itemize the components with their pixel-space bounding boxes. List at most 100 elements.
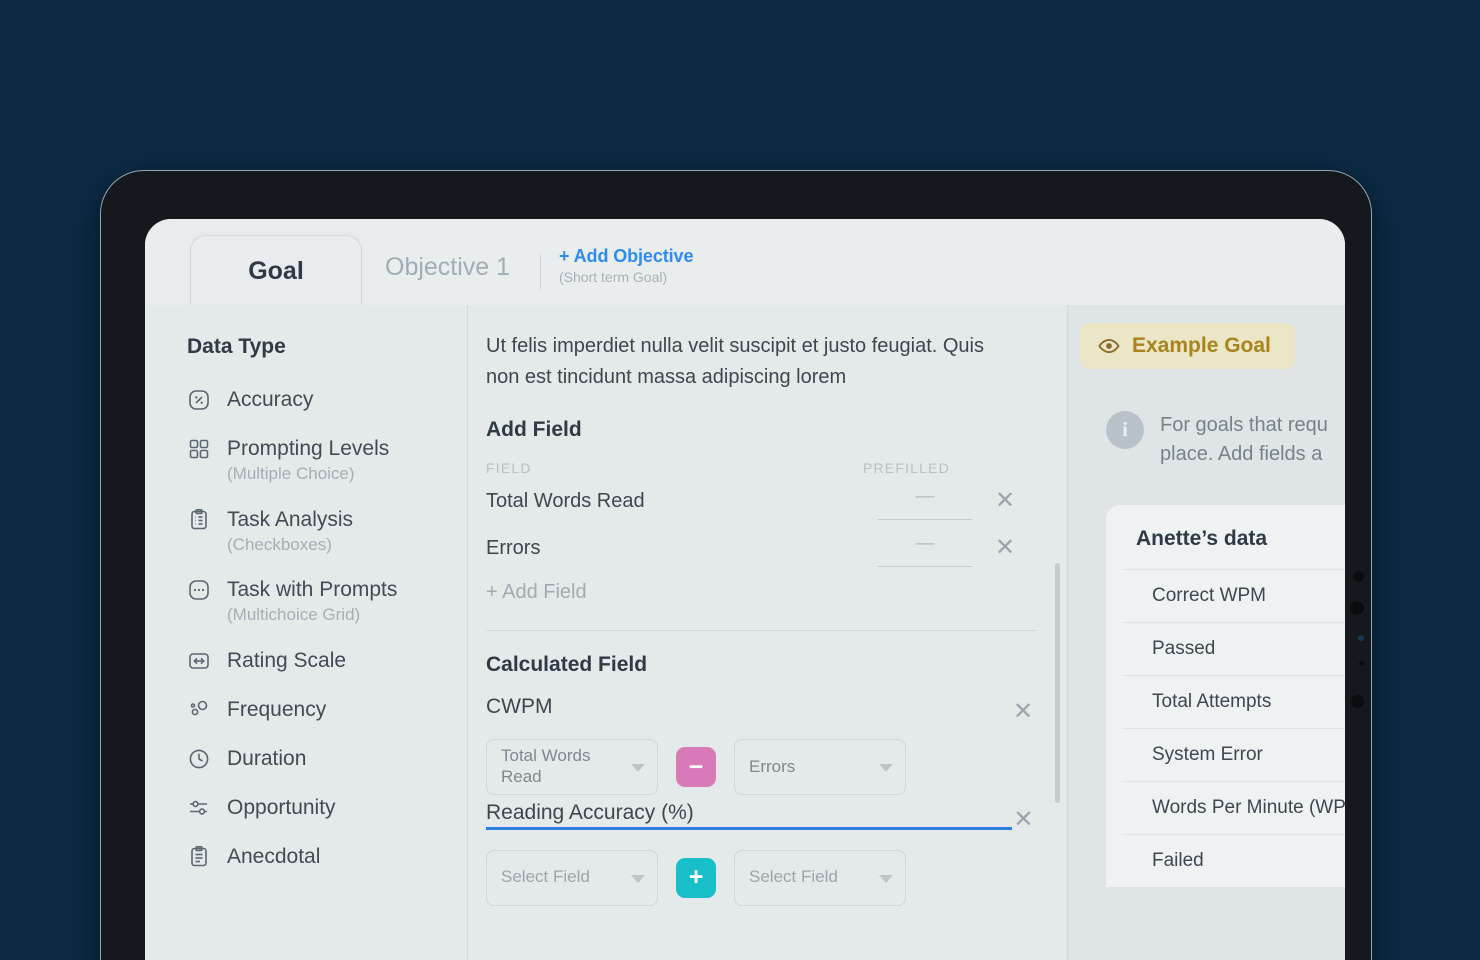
example-goal-panel: Example Goal i For goals that requ place… <box>1068 305 1345 960</box>
sidebar-item-anecdotal[interactable]: Anecdotal <box>187 844 467 871</box>
remove-field-button[interactable]: ✕ <box>994 533 1016 560</box>
student-data-card-title: Anette’s data <box>1136 527 1268 550</box>
add-field-heading: Add Field <box>486 418 582 442</box>
info-callout-text: For goals that requ place. Add fields a <box>1160 411 1345 469</box>
bezel-dot <box>1351 695 1364 708</box>
dots-box-icon <box>187 578 213 604</box>
operand-left-value: Total Words Read <box>501 746 591 787</box>
sliders-icon <box>187 796 213 822</box>
clock-icon <box>187 747 213 773</box>
field-name: Errors <box>486 537 541 560</box>
sidebar-item-opportunity[interactable]: Opportunity <box>187 795 467 822</box>
sidebar-item-label: Anecdotal <box>227 844 321 868</box>
bezel-dot <box>1358 635 1364 641</box>
bubbles-icon <box>187 698 213 724</box>
section-divider <box>486 630 1038 632</box>
sidebar-item-frequency[interactable]: Frequency <box>187 697 467 724</box>
field-name: Total Words Read <box>486 490 645 513</box>
tab-goal[interactable]: Goal <box>190 235 362 307</box>
sidebar-item-label: Task Analysis <box>227 507 354 531</box>
student-data-card: Anette’s data Correct WPM Passed Total A… <box>1106 505 1345 887</box>
list-item[interactable]: System Error <box>1122 728 1345 781</box>
list-item[interactable]: Total Attempts <box>1122 675 1345 728</box>
arrows-box-icon <box>187 649 213 675</box>
remove-field-button[interactable]: ✕ <box>994 486 1016 513</box>
operand-right-value: Select Field <box>749 867 838 887</box>
sidebar-item-sublabel: (Multichoice Grid) <box>227 605 361 625</box>
operand-left-select[interactable]: Total Words Read <box>486 739 658 796</box>
operand-right-select[interactable]: Select Field <box>734 849 906 906</box>
table-row: Total Words Read — ✕ <box>486 486 1016 521</box>
remove-calculated-field-button[interactable]: ✕ <box>1012 697 1034 724</box>
add-field-link[interactable]: + Add Field <box>486 581 1016 604</box>
operand-left-value: Select Field <box>501 867 590 887</box>
sidebar-item-label: Task with Prompts <box>227 578 398 601</box>
calculated-field-name[interactable]: Reading Accuracy (%) <box>486 801 694 824</box>
add-objective-label: + Add Objective <box>559 246 694 266</box>
calculated-field-name[interactable]: CWPM <box>486 695 553 725</box>
operator-plus-button[interactable]: + <box>676 857 716 898</box>
data-type-sidebar: Data Type Accuracy Prompting Levels (Mul… <box>145 305 468 960</box>
content-area: Data Type Accuracy Prompting Levels (Mul… <box>145 305 1345 960</box>
field-table: FIELD PREFILLED Total Words Read — ✕ Err… <box>486 460 1016 604</box>
eye-icon <box>1098 335 1120 357</box>
clipboard-text-icon <box>187 845 213 871</box>
example-goal-badge[interactable]: Example Goal <box>1080 323 1295 369</box>
list-item[interactable]: Correct WPM <box>1122 569 1345 622</box>
tab-divider <box>540 255 541 289</box>
sidebar-item-rating-scale[interactable]: Rating Scale <box>187 648 467 675</box>
operator-minus-button[interactable]: − <box>676 747 716 788</box>
table-row: Errors — ✕ <box>486 533 1016 568</box>
sidebar-item-label: Frequency <box>227 697 327 721</box>
app-screen: Goal Objective 1 + Add Objective (Short … <box>145 219 1345 960</box>
tablet-device-frame: Goal Objective 1 + Add Objective (Short … <box>100 170 1372 960</box>
info-icon: i <box>1106 411 1144 449</box>
list-item[interactable]: Passed <box>1122 622 1345 675</box>
sidebar-item-task-analysis[interactable]: Task Analysis (Checkboxes) <box>187 507 467 556</box>
sidebar-item-prompting-levels[interactable]: Prompting Levels (Multiple Choice) <box>187 436 467 485</box>
tab-objective-1-label: Objective 1 <box>385 253 511 281</box>
column-header-prefilled: PREFILLED <box>862 460 950 477</box>
chevron-down-icon <box>631 874 645 883</box>
chevron-down-icon <box>631 764 645 773</box>
goal-description: Ut felis imperdiet nulla velit suscipit … <box>486 335 984 388</box>
example-goal-badge-label: Example Goal <box>1132 334 1271 357</box>
focused-input-underline <box>486 827 1012 830</box>
sidebar-item-accuracy[interactable]: Accuracy <box>187 387 467 414</box>
operator-symbol: + <box>688 863 704 892</box>
tab-goal-label: Goal <box>248 257 304 285</box>
bezel-dot <box>1350 601 1364 615</box>
operand-right-value: Errors <box>749 756 796 776</box>
list-item[interactable]: Words Per Minute (WPM) <box>1122 781 1345 834</box>
tab-objective-1[interactable]: Objective 1 <box>385 253 510 282</box>
sidebar-item-label: Accuracy <box>227 388 314 411</box>
sidebar-item-duration[interactable]: Duration <box>187 746 467 773</box>
calculated-field-item: CWPM ✕ Total Words Read − Errors <box>486 695 1034 796</box>
field-table-header: FIELD PREFILLED <box>486 460 1016 476</box>
info-text-line-1: For goals that requ <box>1160 414 1328 436</box>
percent-box-icon <box>187 388 213 414</box>
sidebar-item-label: Opportunity <box>227 795 336 819</box>
add-objective-button[interactable]: + Add Objective (Short term Goal) <box>559 246 693 285</box>
sidebar-item-label: Rating Scale <box>227 648 347 672</box>
sidebar-item-sublabel: (Multiple Choice) <box>227 464 355 484</box>
sidebar-item-task-with-prompts[interactable]: Task with Prompts (Multichoice Grid) <box>187 577 467 626</box>
bezel-dot <box>1359 661 1364 666</box>
sidebar-title: Data Type <box>187 335 286 358</box>
bezel-dot <box>1353 571 1364 582</box>
sidebar-item-label: Duration <box>227 746 307 770</box>
goal-editor-main: Ut felis imperdiet nulla velit suscipit … <box>468 305 1068 960</box>
prefilled-input[interactable]: — <box>878 533 972 568</box>
prefilled-input[interactable]: — <box>878 486 972 521</box>
list-item[interactable]: Failed <box>1122 834 1345 887</box>
operand-right-select[interactable]: Errors <box>734 739 906 796</box>
sidebar-item-sublabel: (Checkboxes) <box>227 534 332 554</box>
tab-bar: Goal Objective 1 + Add Objective (Short … <box>145 219 1345 307</box>
sidebar-item-label: Prompting Levels <box>227 437 390 460</box>
chevron-down-icon <box>879 764 893 773</box>
info-text-line-2: place. Add fields a <box>1160 443 1323 465</box>
operand-left-select[interactable]: Select Field <box>486 849 658 906</box>
remove-calculated-field-button[interactable]: ✕ <box>1013 805 1034 832</box>
info-callout: i For goals that requ place. Add fields … <box>1106 411 1345 469</box>
main-scrollbar[interactable] <box>1055 563 1060 803</box>
